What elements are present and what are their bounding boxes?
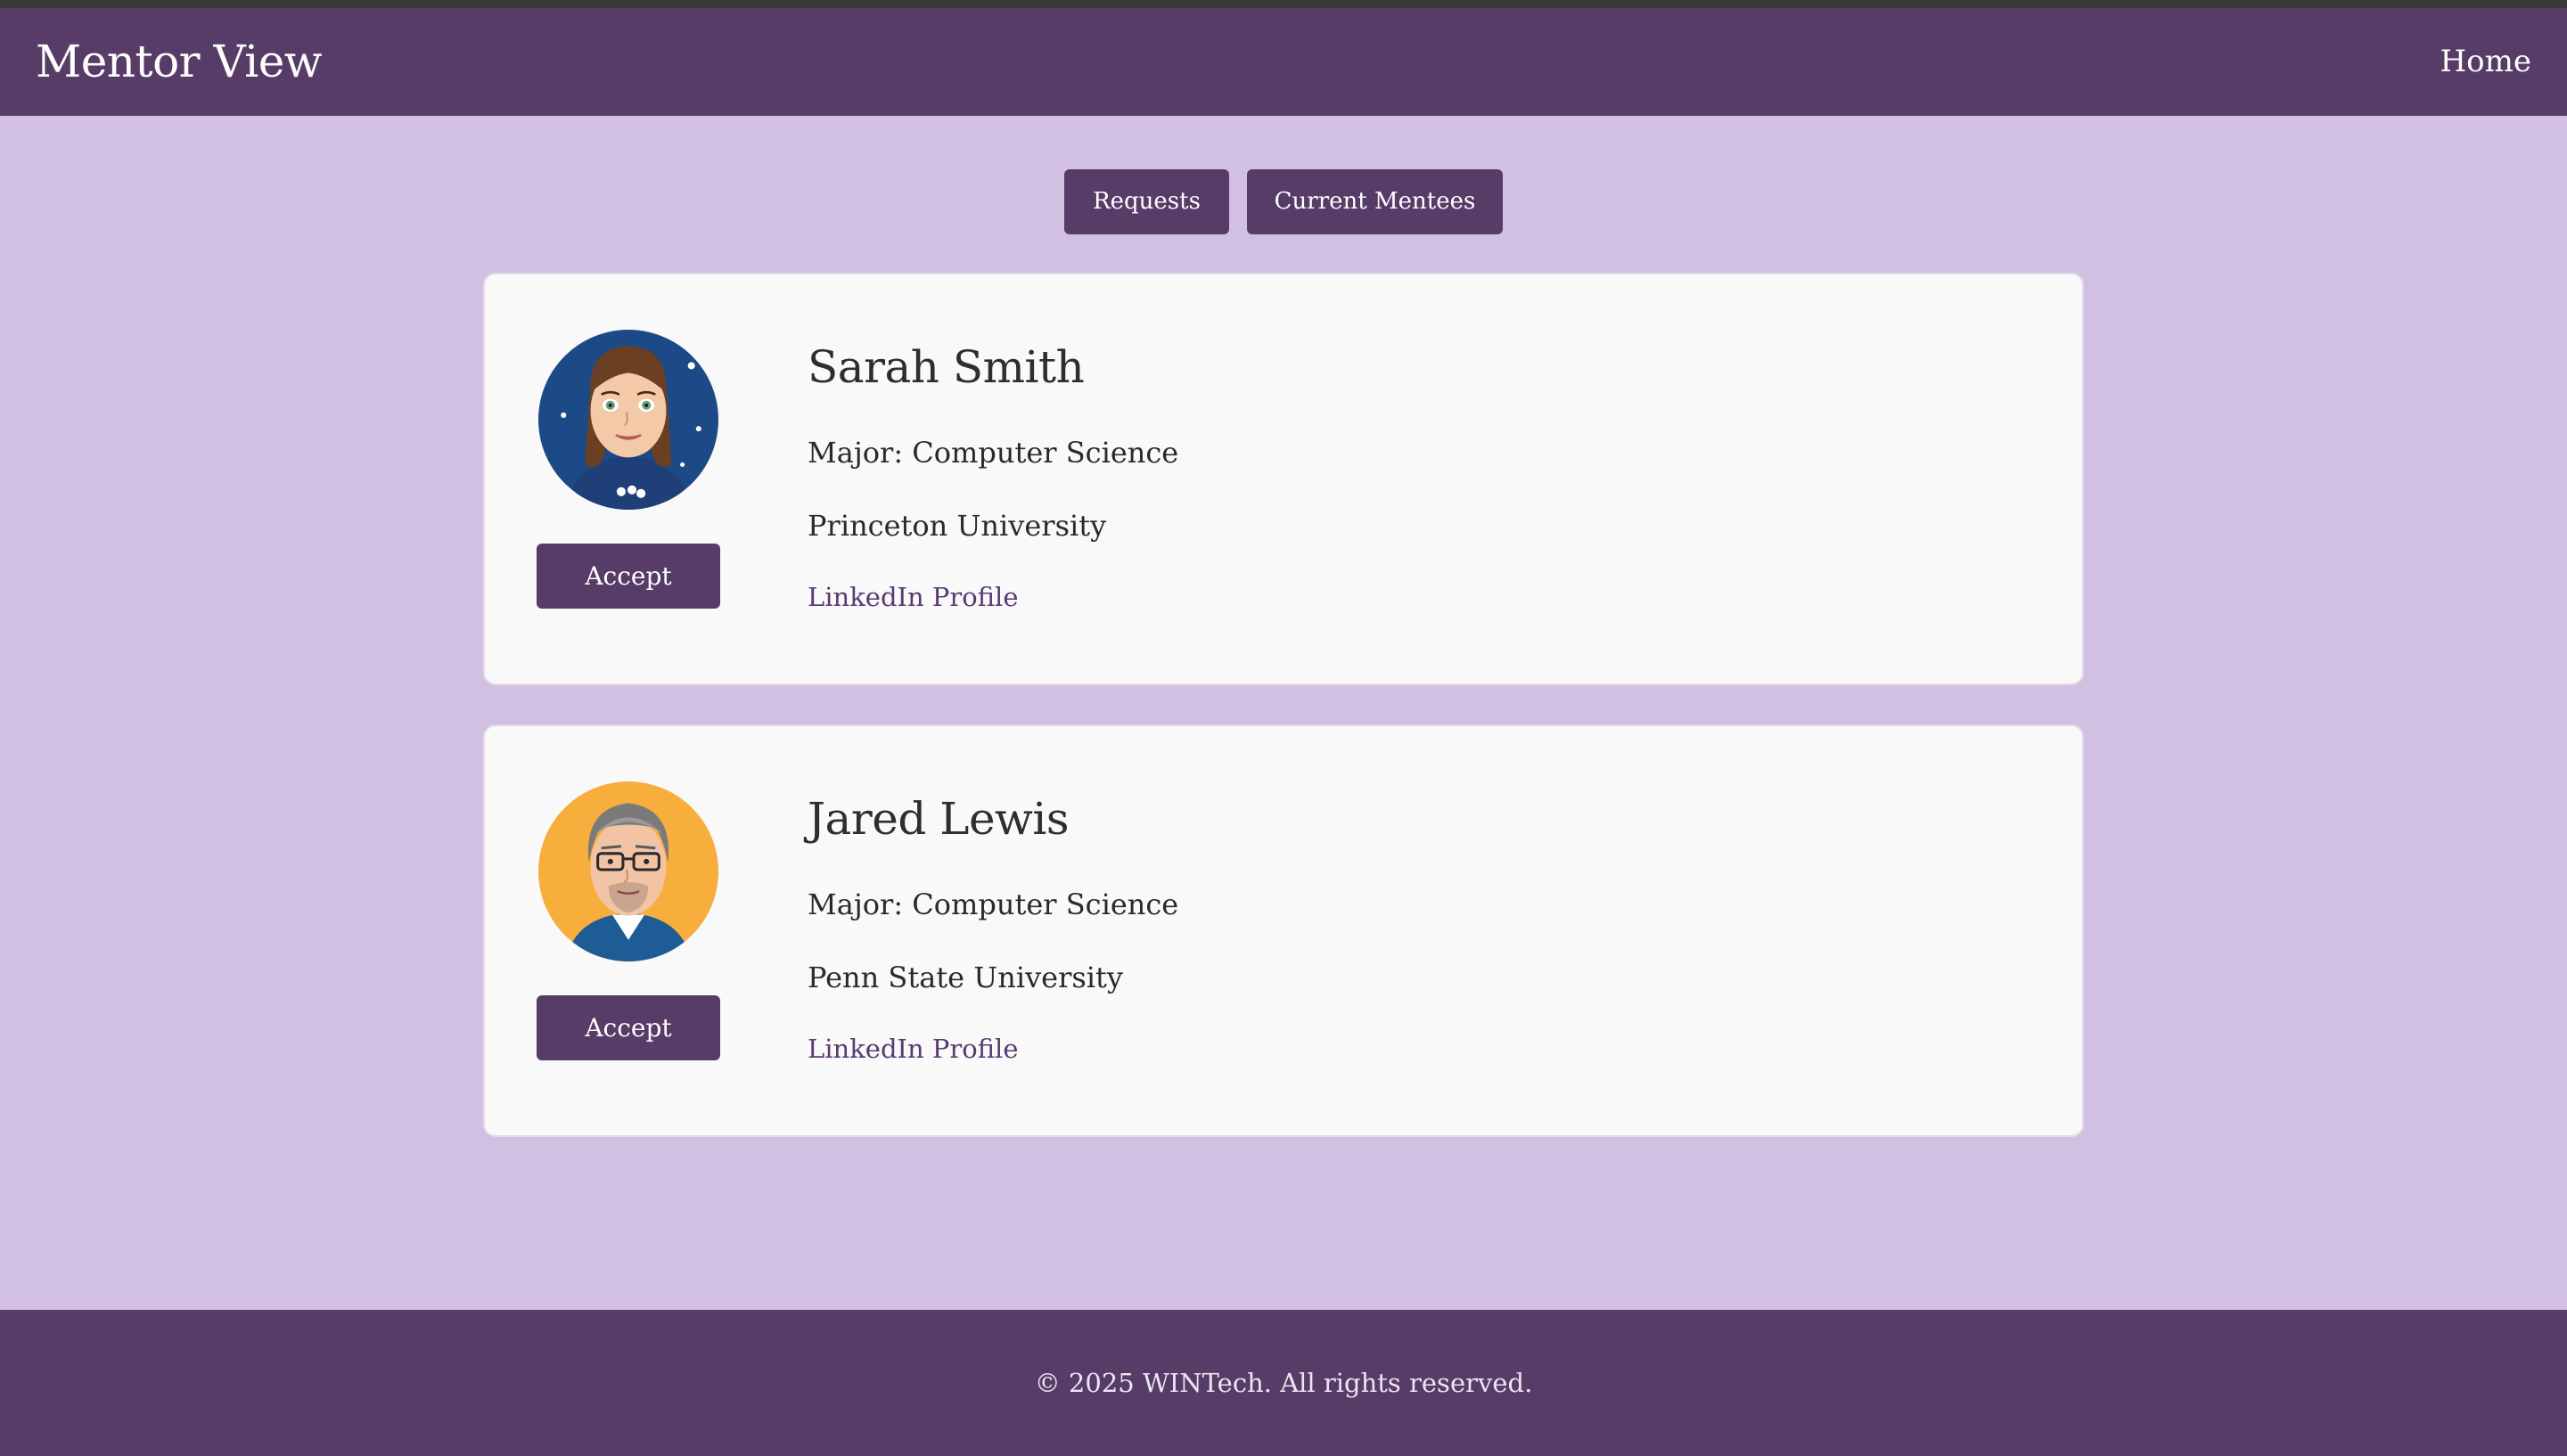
linkedin-profile-link[interactable]: LinkedIn Profile [808, 1033, 1018, 1065]
mentee-school: Princeton University [808, 509, 1107, 543]
accept-button[interactable]: Accept [537, 544, 720, 609]
tab-requests[interactable]: Requests [1064, 169, 1229, 234]
linkedin-profile-link[interactable]: LinkedIn Profile [808, 581, 1018, 613]
tab-current-mentees[interactable]: Current Mentees [1247, 169, 1503, 234]
mentee-major: Major: Computer Science [808, 436, 1179, 470]
mentee-request-card: Accept Jared Lewis Major: Computer Scien… [483, 724, 2084, 1137]
mentee-major: Major: Computer Science [808, 888, 1179, 921]
copyright-text: © 2025 WINTech. All rights reserved. [1034, 1368, 1533, 1398]
male-avatar-icon [538, 781, 718, 961]
female-avatar-icon [538, 330, 718, 510]
mentee-request-card: Accept Sarah Smith Major: Computer Scien… [483, 273, 2084, 685]
mentee-school: Penn State University [808, 961, 1123, 994]
nav-home-link[interactable]: Home [2440, 44, 2531, 79]
page-title: Mentor View [36, 36, 323, 87]
mentee-name: Sarah Smith [808, 341, 1085, 393]
app-header: Mentor View Home [0, 8, 2567, 116]
accept-button[interactable]: Accept [537, 995, 720, 1060]
page-footer: © 2025 WINTech. All rights reserved. [0, 1310, 2567, 1456]
window-top-border [0, 0, 2567, 8]
view-tabs: Requests Current Mentees [0, 169, 2567, 234]
mentee-name: Jared Lewis [808, 793, 1070, 845]
